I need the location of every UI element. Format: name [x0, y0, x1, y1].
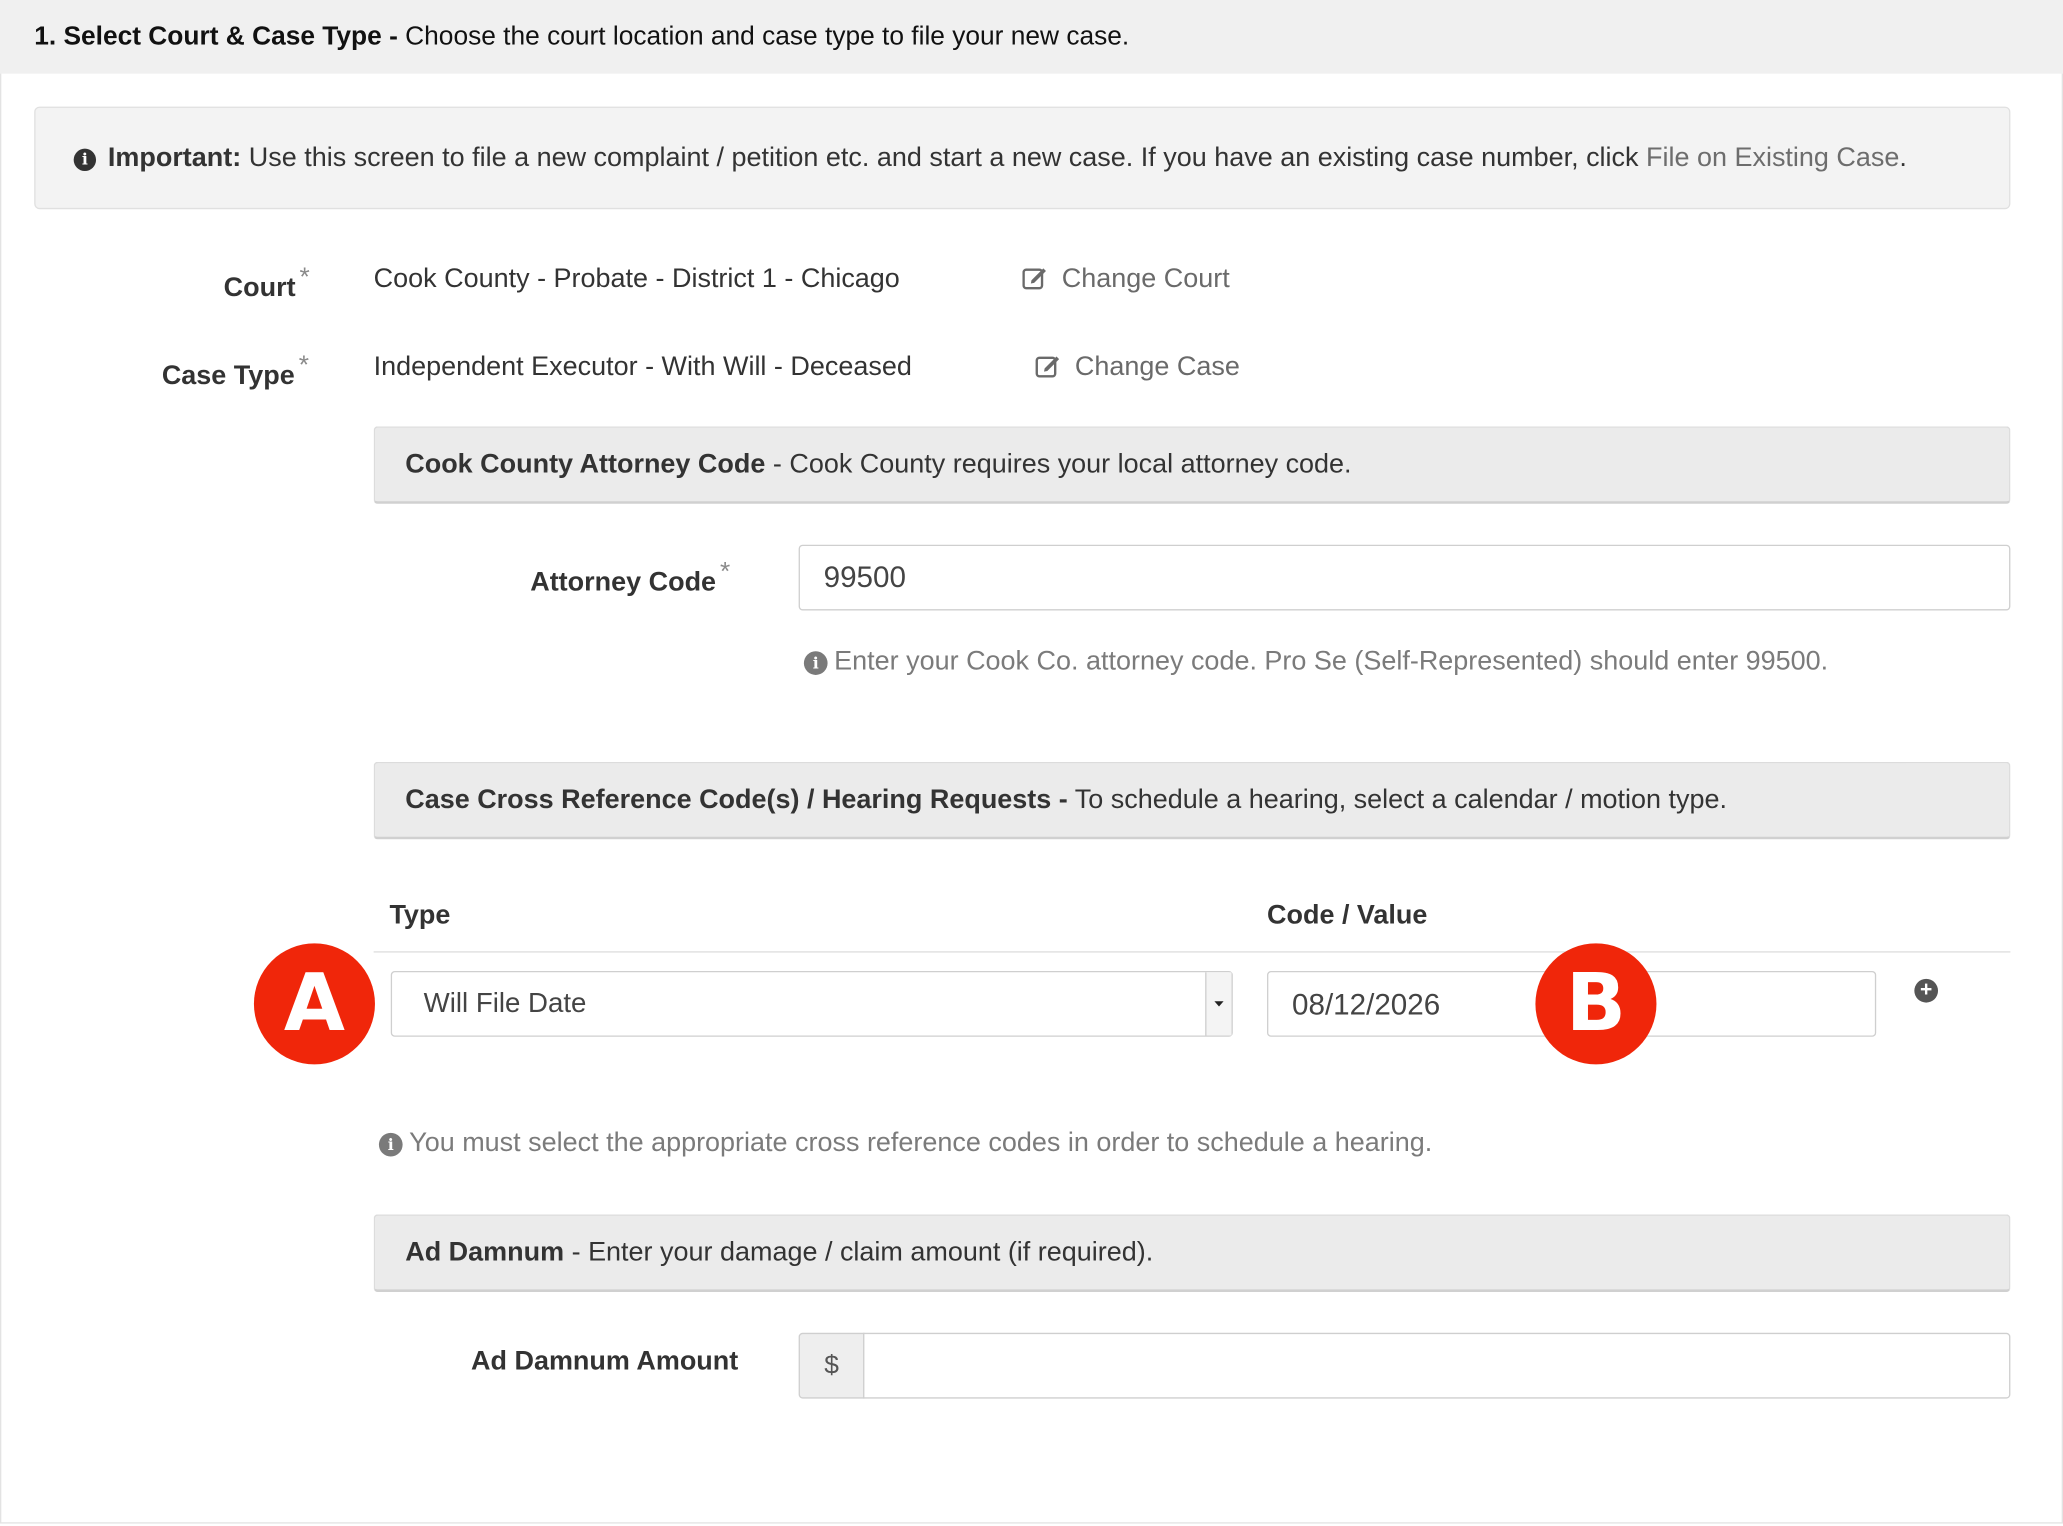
cross-reference-section-title: Case Cross Reference Code(s) / Hearing R… [405, 784, 1068, 815]
ad-damnum-section-text: Ad Damnum - Enter your damage / claim am… [405, 1237, 1153, 1269]
column-header-code-value: Code / Value [1267, 899, 1428, 931]
cross-reference-section-text: Case Cross Reference Code(s) / Hearing R… [405, 784, 1727, 816]
table-header-divider [373, 951, 2011, 953]
required-asterisk: * [298, 351, 309, 381]
court-label-text: Court [223, 272, 296, 303]
attorney-section-title: Cook County Attorney Code [405, 448, 766, 479]
currency-addon: $ [798, 1332, 865, 1399]
attorney-code-value: 99500 [823, 560, 906, 594]
change-case-link[interactable]: Change Case [1035, 351, 1240, 383]
change-court-label: Change Court [1061, 263, 1230, 294]
attorney-code-help-text: Enter your Cook Co. attorney code. Pro S… [834, 646, 1829, 677]
case-type-label-text: Case Type [161, 360, 295, 391]
info-circle-icon: i [378, 1132, 403, 1157]
cross-reference-help-text: You must select the appropriate cross re… [409, 1127, 1433, 1158]
file-on-existing-case-link[interactable]: File on Existing Case [1646, 142, 1899, 172]
case-type-label: Case Type * [162, 351, 309, 392]
alert-title: Important: [107, 142, 242, 173]
ad-damnum-section-description: - Enter your damage / claim amount (if r… [571, 1236, 1154, 1268]
case-type-value: Independent Executor - With Will - Decea… [373, 351, 912, 382]
important-alert-text: i Important: Use this screen to file a ne… [73, 142, 1907, 174]
annotation-badge-a: A [253, 943, 375, 1065]
attorney-code-input[interactable] [798, 544, 2011, 611]
court-value: Cook County - Probate - District 1 - Chi… [373, 263, 900, 294]
court-label: Court * [224, 263, 310, 304]
info-circle-icon: i [803, 651, 828, 675]
info-circle-icon: i [73, 148, 97, 172]
code-value-text: 08/12/2026 [1292, 988, 1441, 1021]
alert-message: Use this screen to file a new complaint … [248, 142, 1639, 173]
column-header-type: Type [389, 899, 451, 931]
add-row-plus-circle-icon[interactable]: + [1914, 978, 1939, 1003]
attorney-code-label-text: Attorney Code [530, 567, 717, 598]
ad-damnum-amount-input[interactable] [863, 1332, 2011, 1399]
change-court-link[interactable]: Change Court [1022, 263, 1230, 295]
caret-down-icon [1214, 1001, 1224, 1007]
type-select-value: Will File Date [423, 988, 587, 1019]
ad-damnum-amount-label: Ad Damnum Amount [471, 1345, 739, 1377]
attorney-code-label: Attorney Code * [530, 558, 730, 599]
edit-icon [1022, 268, 1046, 290]
step-header-text: 1. Select Court & Case Type - Choose the… [34, 22, 1129, 52]
annotation-badge-b: B [1535, 943, 1657, 1065]
type-select-dropdown-button[interactable] [1205, 972, 1232, 1036]
change-case-label: Change Case [1074, 351, 1240, 382]
attorney-section-description: - Cook County requires your local attorn… [772, 448, 1352, 479]
step-description: Choose the court location and case type … [405, 22, 1130, 52]
cross-reference-help: i You must select the appropriate cross r… [378, 1127, 1433, 1160]
attorney-code-help: i Enter your Cook Co. attorney code. Pro … [803, 646, 1829, 678]
required-asterisk: * [299, 263, 310, 293]
edit-icon [1035, 356, 1060, 378]
ad-damnum-section-title: Ad Damnum [405, 1236, 565, 1268]
required-asterisk: * [719, 557, 731, 587]
alert-trailing: . [1899, 142, 1907, 173]
attorney-code-section-text: Cook County Attorney Code - Cook County … [405, 449, 1351, 481]
cross-reference-section-description: To schedule a hearing, select a calendar… [1074, 784, 1728, 815]
step-title: 1. Select Court & Case Type - [34, 22, 398, 52]
